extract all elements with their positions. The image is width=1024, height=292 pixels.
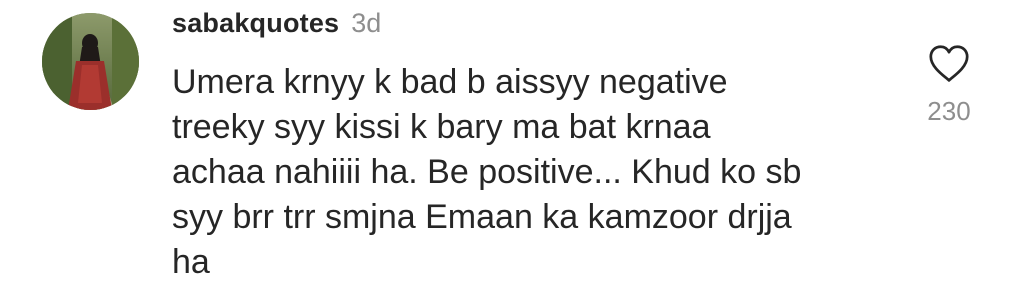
comment: sabakquotes 3d Umera krnyy k bad b aissy… (0, 0, 1024, 292)
username[interactable]: sabakquotes (172, 8, 339, 39)
like-count[interactable]: 230 (917, 96, 981, 127)
heart-outline-icon[interactable] (927, 44, 971, 84)
avatar[interactable] (42, 13, 139, 110)
comment-header: sabakquotes 3d (172, 8, 381, 48)
timestamp[interactable]: 3d (351, 8, 381, 39)
comment-text: Umera krnyy k bad b aissyy negative tree… (172, 63, 802, 281)
avatar-image (42, 13, 139, 110)
like-section: 230 (917, 44, 981, 127)
